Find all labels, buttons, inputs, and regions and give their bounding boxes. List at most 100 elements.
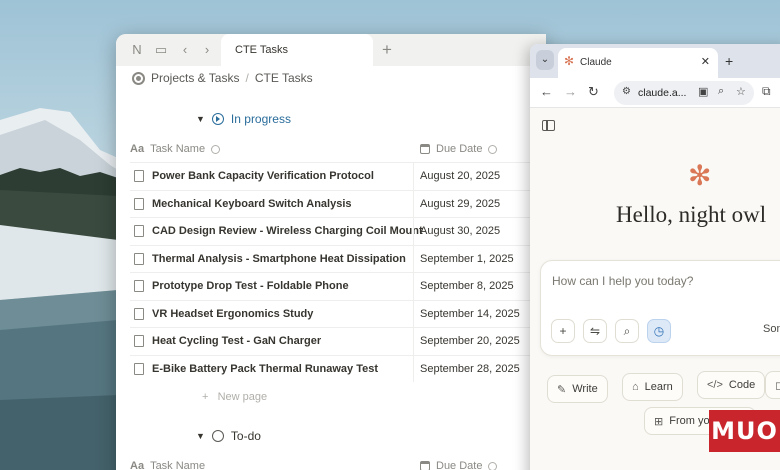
- table-row[interactable]: Thermal Analysis - Smartphone Heat Dissi…: [130, 244, 546, 272]
- target-icon: [132, 71, 145, 85]
- notion-window: N ▭ ‹ › CTE Tasks + Projects & Tasks / C…: [116, 34, 546, 470]
- task-name-cell[interactable]: Thermal Analysis - Smartphone Heat Dissi…: [152, 253, 406, 265]
- write-chip[interactable]: ✎ Write: [547, 375, 608, 403]
- cup-icon: ◻: [775, 379, 780, 392]
- due-date-cell[interactable]: September 1, 2025: [413, 245, 514, 272]
- due-date-cell[interactable]: September 14, 2025: [413, 300, 520, 327]
- model-selector[interactable]: Sonr: [763, 323, 780, 335]
- pencil-icon: ✎: [557, 383, 567, 396]
- code-brackets-icon: </>: [707, 379, 723, 391]
- sidebar-toggle-icon[interactable]: [542, 120, 555, 131]
- muo-watermark-logo: MUO: [709, 410, 780, 452]
- tab-search-chevron-icon[interactable]: ⌄: [536, 50, 554, 70]
- zoom-icon[interactable]: ⌕: [718, 85, 724, 98]
- page-document-icon: [134, 280, 144, 292]
- table-row[interactable]: Heat Cycling Test - GaN Charger September…: [130, 327, 546, 355]
- site-settings-icon[interactable]: ⚙: [622, 86, 631, 97]
- group-label: In progress: [230, 112, 291, 126]
- group-label: To-do: [230, 429, 261, 443]
- history-clock-button[interactable]: ◷: [647, 319, 671, 343]
- forward-arrow-icon[interactable]: →: [564, 84, 577, 99]
- due-date-cell[interactable]: August 29, 2025: [413, 190, 500, 217]
- bookmark-star-icon[interactable]: ☆: [736, 85, 746, 98]
- column-header-due-date[interactable]: Due Date: [420, 460, 498, 470]
- table-row[interactable]: Prototype Drop Test - Foldable Phone Sept…: [130, 272, 546, 300]
- due-date-cell[interactable]: September 28, 2025: [413, 355, 520, 382]
- cast-icon[interactable]: ▣: [698, 85, 708, 98]
- claude-favicon-icon: ✻: [564, 54, 575, 68]
- tab-title: CTE Tasks: [235, 44, 288, 56]
- task-name-cell[interactable]: VR Headset Ergonomics Study: [152, 308, 313, 320]
- add-attachment-button[interactable]: +: [551, 319, 575, 343]
- tools-button[interactable]: ⇋: [583, 319, 607, 343]
- table-row[interactable]: E-Bike Battery Pack Thermal Runaway Test…: [130, 354, 546, 382]
- sidebar-toggle-icon[interactable]: ▭: [152, 41, 170, 59]
- page-document-icon: [134, 225, 144, 237]
- composer-placeholder[interactable]: How can I help you today?: [552, 274, 693, 288]
- new-tab-plus-icon[interactable]: +: [725, 53, 733, 69]
- task-name-cell[interactable]: CAD Design Review - Wireless Charging Co…: [152, 225, 423, 237]
- chat-composer[interactable]: How can I help you today? + ⇋ ⌕ ◷ Sonr: [540, 260, 780, 356]
- forward-arrow-icon[interactable]: ›: [198, 41, 216, 59]
- notion-logo-icon[interactable]: N: [128, 41, 146, 59]
- more-chip[interactable]: ◻: [765, 371, 780, 399]
- task-name-cell[interactable]: Prototype Drop Test - Foldable Phone: [152, 280, 349, 292]
- back-arrow-icon[interactable]: ←: [540, 84, 553, 99]
- text-property-icon: Aa: [130, 143, 145, 155]
- collapse-triangle-icon[interactable]: ▼: [196, 114, 205, 124]
- due-date-cell[interactable]: September 20, 2025: [413, 328, 520, 355]
- column-label: Task Name: [150, 143, 206, 155]
- chip-label: Code: [728, 379, 756, 391]
- task-table: Power Bank Capacity Verification Protoco…: [130, 162, 546, 382]
- apps-grid-icon: ⊞: [654, 415, 664, 428]
- tab-cte-tasks[interactable]: CTE Tasks: [221, 34, 373, 66]
- page-document-icon: [134, 335, 144, 347]
- page-document-icon: [134, 362, 144, 375]
- task-name-cell[interactable]: E-Bike Battery Pack Thermal Runaway Test: [152, 363, 378, 375]
- browser-toolbar: ← → ↻ ⚙ claude.a... ▣ ⌕ ☆ ⧉: [530, 78, 780, 108]
- breadcrumb: Projects & Tasks / CTE Tasks: [132, 71, 313, 85]
- breadcrumb-projects-tasks[interactable]: Projects & Tasks: [151, 71, 239, 85]
- text-property-icon: Aa: [130, 460, 145, 470]
- research-button[interactable]: ⌕: [615, 319, 639, 343]
- learn-chip[interactable]: ⌂ Learn: [622, 373, 683, 401]
- new-tab-plus-icon[interactable]: +: [382, 40, 392, 60]
- column-header-due-date[interactable]: Due Date: [420, 143, 498, 155]
- task-name-cell[interactable]: Heat Cycling Test - GaN Charger: [152, 335, 321, 347]
- info-icon: [211, 144, 221, 154]
- browser-tab-strip: ⌄ ✻ Claude ✕ +: [530, 44, 780, 78]
- breadcrumb-cte-tasks[interactable]: CTE Tasks: [255, 71, 313, 85]
- page-document-icon: [134, 170, 144, 182]
- due-date-cell[interactable]: August 20, 2025: [413, 163, 500, 190]
- claude-logo-icon: ✻: [688, 160, 712, 191]
- table-row[interactable]: VR Headset Ergonomics Study September 14,…: [130, 299, 546, 327]
- due-date-cell[interactable]: August 30, 2025: [413, 218, 500, 245]
- calendar-icon: [420, 144, 430, 154]
- code-chip[interactable]: </> Code: [697, 371, 766, 399]
- collapse-triangle-icon[interactable]: ▼: [196, 431, 205, 441]
- due-date-cell[interactable]: September 8, 2025: [413, 273, 514, 300]
- tab-claude[interactable]: ✻ Claude ✕: [558, 48, 718, 78]
- close-tab-icon[interactable]: ✕: [701, 55, 710, 68]
- page-document-icon: [134, 197, 144, 210]
- table-row[interactable]: Mechanical Keyboard Switch Analysis Augus…: [130, 189, 546, 217]
- task-name-cell[interactable]: Power Bank Capacity Verification Protoco…: [152, 170, 374, 182]
- back-arrow-icon[interactable]: ‹: [176, 41, 194, 59]
- graduation-cap-icon: ⌂: [632, 381, 639, 393]
- group-to-do[interactable]: ▼ To-do: [196, 429, 261, 443]
- column-header-task-name[interactable]: Aa Task Name: [130, 460, 205, 470]
- table-header-todo: Aa Task Name Due Date: [130, 454, 530, 470]
- column-label: Due Date: [436, 460, 483, 470]
- group-in-progress[interactable]: ▼ In progress: [196, 112, 291, 126]
- extensions-icon[interactable]: ⧉: [762, 84, 771, 99]
- task-name-cell[interactable]: Mechanical Keyboard Switch Analysis: [152, 198, 352, 210]
- column-header-task-name[interactable]: Aa Task Name: [130, 143, 221, 155]
- todo-status-icon: [211, 430, 224, 442]
- url-text: claude.a...: [638, 87, 687, 99]
- new-page-button[interactable]: + New page: [202, 391, 267, 403]
- page-document-icon: [134, 307, 144, 320]
- table-row[interactable]: CAD Design Review - Wireless Charging Co…: [130, 217, 546, 245]
- address-bar[interactable]: ⚙ claude.a... ▣ ⌕ ☆: [614, 81, 754, 105]
- table-row[interactable]: Power Bank Capacity Verification Protoco…: [130, 162, 546, 190]
- reload-icon[interactable]: ↻: [588, 84, 599, 100]
